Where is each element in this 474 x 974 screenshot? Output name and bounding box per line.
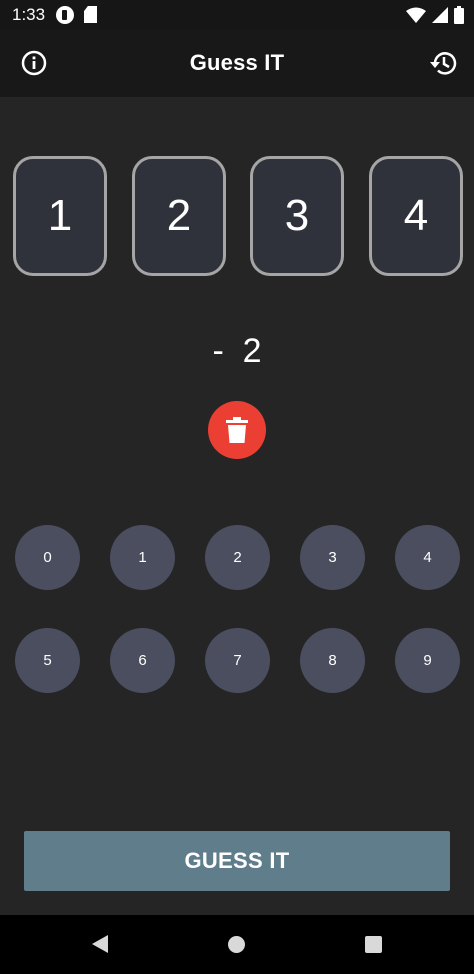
key-2[interactable]: 2 bbox=[205, 525, 270, 590]
digit-box-2[interactable]: 2 bbox=[132, 156, 226, 276]
digit-box-3[interactable]: 3 bbox=[250, 156, 344, 276]
key-5[interactable]: 5 bbox=[15, 628, 80, 693]
battery-icon bbox=[454, 6, 464, 24]
navigation-bar bbox=[0, 915, 474, 974]
digit-box-1[interactable]: 1 bbox=[13, 156, 107, 276]
guess-it-button[interactable]: GUESS IT bbox=[24, 831, 450, 891]
digit-box-4[interactable]: 4 bbox=[369, 156, 463, 276]
trash-icon bbox=[226, 417, 248, 443]
key-6[interactable]: 6 bbox=[110, 628, 175, 693]
back-icon[interactable] bbox=[90, 935, 108, 953]
result-text: - 2 bbox=[212, 332, 262, 370]
history-icon bbox=[430, 52, 457, 75]
recents-icon[interactable] bbox=[365, 936, 382, 953]
key-1[interactable]: 1 bbox=[110, 525, 175, 590]
history-button[interactable] bbox=[428, 49, 458, 77]
status-time: 1:33 bbox=[12, 5, 46, 24]
key-8[interactable]: 8 bbox=[300, 628, 365, 693]
home-icon[interactable] bbox=[228, 936, 245, 953]
key-3[interactable]: 3 bbox=[300, 525, 365, 590]
key-7[interactable]: 7 bbox=[205, 628, 270, 693]
status-icons bbox=[406, 6, 464, 24]
key-0[interactable]: 0 bbox=[15, 525, 80, 590]
delete-button[interactable] bbox=[208, 401, 266, 459]
notification-icon bbox=[56, 6, 74, 24]
sd-card-icon bbox=[84, 6, 97, 23]
signal-icon bbox=[432, 7, 448, 23]
key-4[interactable]: 4 bbox=[395, 525, 460, 590]
page-title: Guess IT bbox=[189, 50, 285, 75]
status-bar: 1:33 bbox=[0, 0, 474, 30]
key-9[interactable]: 9 bbox=[395, 628, 460, 693]
wifi-icon bbox=[406, 7, 426, 23]
app-bar: Guess IT bbox=[0, 30, 474, 97]
